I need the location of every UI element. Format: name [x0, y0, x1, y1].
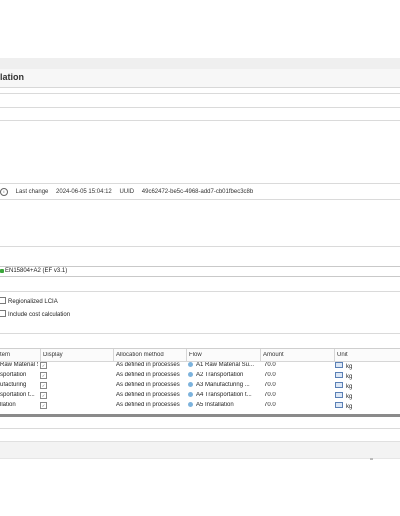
- divider: [0, 291, 400, 292]
- unit-icon: [335, 372, 343, 378]
- cell-amount[interactable]: 70.0: [264, 402, 276, 408]
- cell-unit[interactable]: kg: [346, 364, 352, 370]
- cell-item: ufacturing: [0, 382, 27, 388]
- divider: [0, 93, 400, 94]
- cell-item: sportation: [0, 372, 27, 378]
- checkbox-icon[interactable]: ✓: [40, 362, 47, 369]
- divider: [0, 107, 400, 108]
- cost-checkbox[interactable]: [0, 310, 6, 317]
- divider: [0, 428, 400, 429]
- checkbox-icon[interactable]: ✓: [40, 402, 47, 409]
- checkbox-icon[interactable]: ✓: [40, 372, 47, 379]
- flow-icon: [188, 362, 193, 367]
- cell-flow: A4 Transportation t...: [196, 392, 252, 398]
- divider: [0, 199, 400, 200]
- regionalized-checkbox[interactable]: [0, 297, 6, 304]
- cell-item: llation: [0, 402, 16, 408]
- unit-icon: [335, 402, 343, 408]
- cost-calculation-option[interactable]: Include cost calculation: [0, 310, 70, 318]
- cell-flow: A5 Installation: [196, 402, 234, 408]
- unit-icon: [335, 382, 343, 388]
- window-top-area: [0, 0, 400, 58]
- unit-icon: [335, 392, 343, 398]
- col-header-flow[interactable]: Flow: [189, 352, 202, 358]
- divider: [0, 183, 400, 184]
- unit-icon: [335, 362, 343, 368]
- cell-allocation[interactable]: As defined in processes: [116, 392, 180, 398]
- cell-allocation[interactable]: As defined in processes: [116, 372, 180, 378]
- resize-grip[interactable]: [370, 458, 373, 460]
- flow-icon: [188, 382, 193, 387]
- flow-icon: [188, 402, 193, 407]
- cell-unit[interactable]: kg: [346, 384, 352, 390]
- flow-icon: [188, 372, 193, 377]
- cell-flow: A1 Raw Material Su...: [196, 362, 255, 368]
- cell-allocation[interactable]: As defined in processes: [116, 382, 180, 388]
- flow-icon: [188, 392, 193, 397]
- divider: [0, 333, 400, 334]
- cell-flow: A3 Manufacturing ...: [196, 382, 250, 388]
- cell-unit[interactable]: kg: [346, 404, 352, 410]
- divider: [0, 246, 400, 247]
- editor-header: lation: [0, 69, 400, 88]
- method-icon: [0, 269, 4, 273]
- uuid-value: 49c62472-be5c-4968-add7-cb01fbec3c8b: [141, 189, 254, 195]
- last-change-label: Last change: [15, 189, 49, 195]
- table-row[interactable]: ufacturing ✓ As defined in processes A3 …: [0, 382, 400, 392]
- cell-amount[interactable]: 70.0: [264, 392, 276, 398]
- table-header: tem Display Allocation method Flow Amoun…: [0, 348, 400, 362]
- info-row: i Last change 2024-06-05 15:04:12 UUID 4…: [0, 188, 259, 196]
- col-header-allocation[interactable]: Allocation method: [116, 352, 164, 358]
- cell-allocation[interactable]: As defined in processes: [116, 402, 180, 408]
- regionalized-label: Regionalized LCIA: [8, 299, 58, 305]
- uuid-label: UUID: [119, 189, 135, 195]
- table-row[interactable]: Raw Material Su... ✓ As defined in proce…: [0, 362, 400, 372]
- table-row[interactable]: sportation t... ✓ As defined in processe…: [0, 392, 400, 402]
- col-header-unit[interactable]: Unit: [337, 352, 348, 358]
- cell-amount[interactable]: 70.0: [264, 362, 276, 368]
- cost-label: Include cost calculation: [8, 312, 71, 318]
- cell-amount[interactable]: 70.0: [264, 382, 276, 388]
- cell-flow: A2 Transportation: [196, 372, 244, 378]
- cell-unit[interactable]: kg: [346, 374, 352, 380]
- info-icon: i: [0, 188, 8, 196]
- table-row[interactable]: sportation ✓ As defined in processes A2 …: [0, 372, 400, 382]
- col-header-display[interactable]: Display: [43, 352, 63, 358]
- bottom-tab-bar: [0, 441, 400, 459]
- col-header-amount[interactable]: Amount: [263, 352, 284, 358]
- checkbox-icon[interactable]: ✓: [40, 382, 47, 389]
- table-row[interactable]: llation ✓ As defined in processes A5 Ins…: [0, 402, 400, 412]
- cell-unit[interactable]: kg: [346, 394, 352, 400]
- cell-item: Raw Material Su...: [0, 362, 38, 368]
- cell-amount[interactable]: 70.0: [264, 372, 276, 378]
- cell-item: sportation t...: [0, 392, 35, 398]
- divider: [0, 120, 400, 121]
- table-scroll-edge[interactable]: [0, 414, 400, 417]
- col-header-item[interactable]: tem: [0, 352, 10, 358]
- impact-method-field[interactable]: EN15804+A2 (EF v3.1): [0, 266, 400, 277]
- checkbox-icon[interactable]: ✓: [40, 392, 47, 399]
- regionalized-lcia-option[interactable]: Regionalized LCIA: [0, 297, 58, 305]
- cell-allocation[interactable]: As defined in processes: [116, 362, 180, 368]
- last-change-value: 2024-06-05 15:04:12: [56, 189, 112, 195]
- editor-title: lation: [0, 72, 24, 82]
- impact-method-value: EN15804+A2 (EF v3.1): [5, 268, 68, 274]
